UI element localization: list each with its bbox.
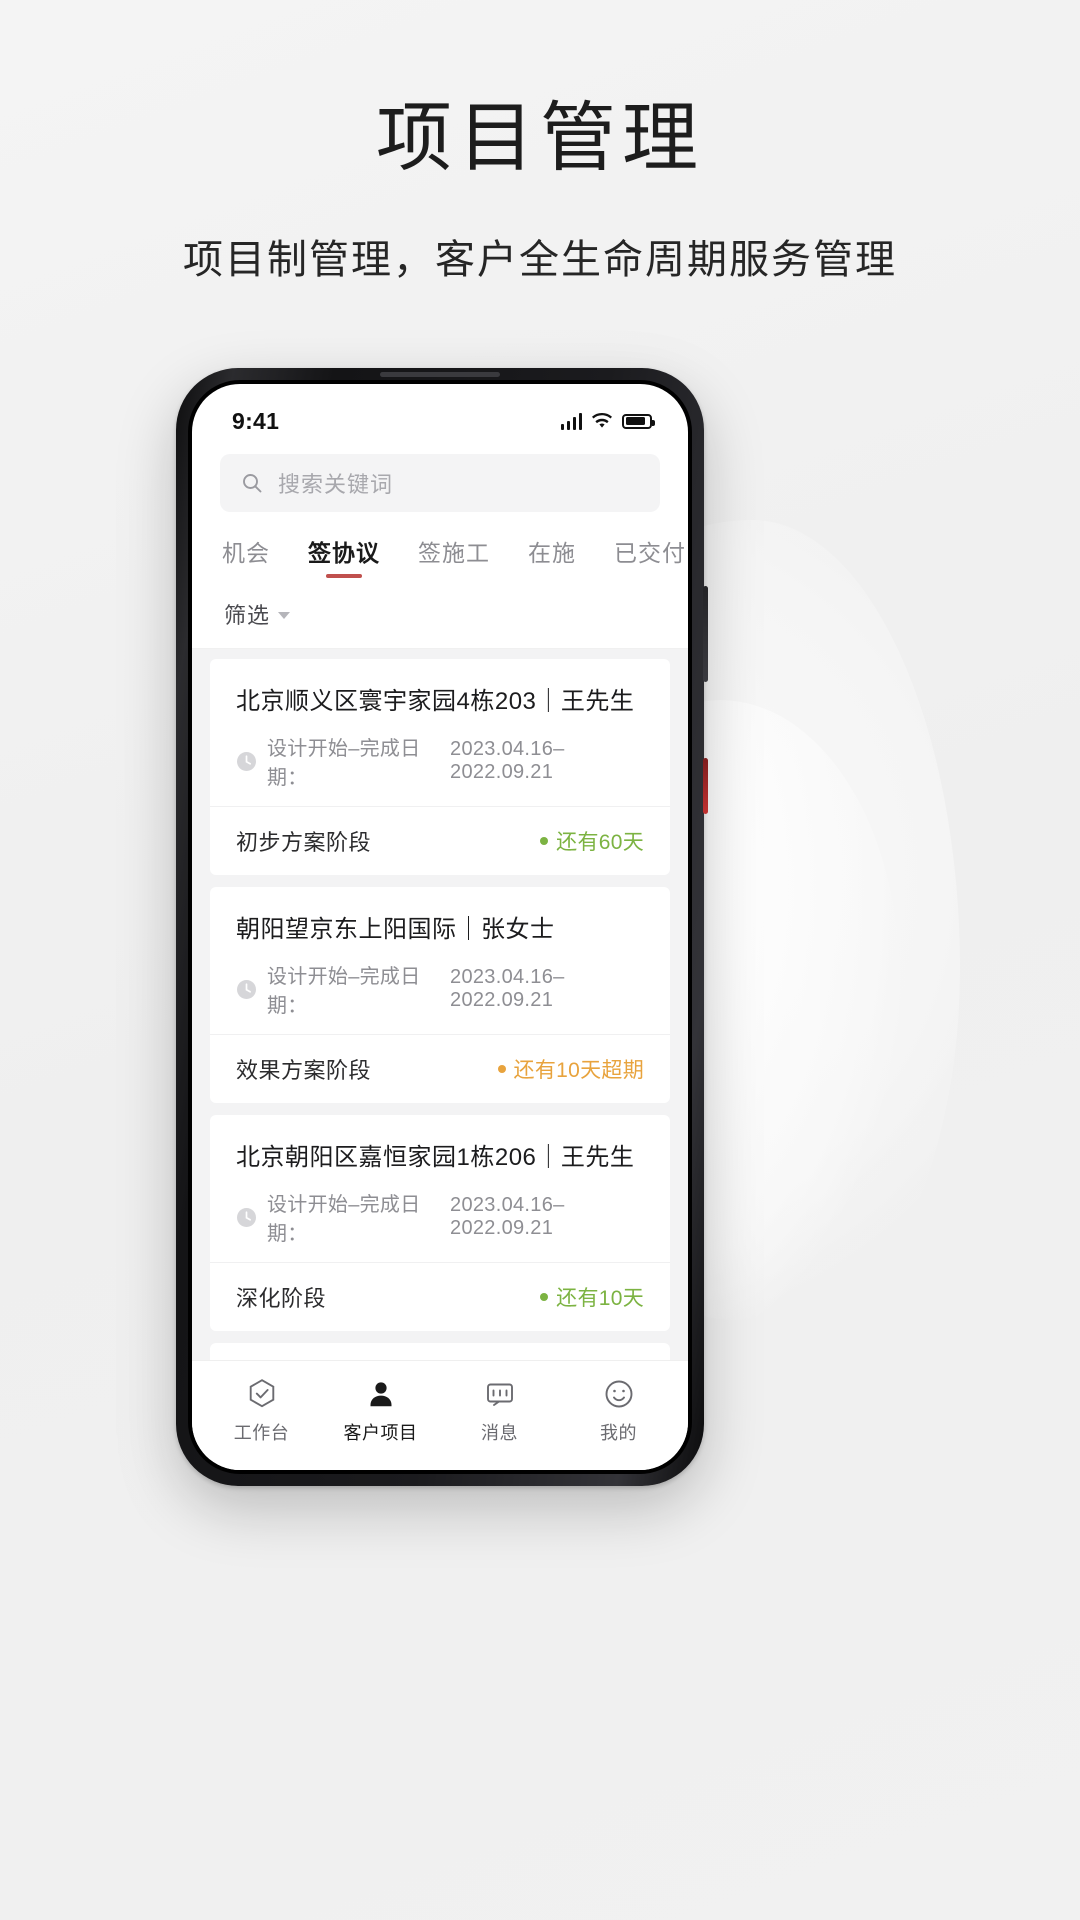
- poster-page: 项目管理 项目制管理，客户全生命周期服务管理 9:41 搜索关键词 机会 签协议…: [0, 0, 1080, 1920]
- status-badge: 还有10天: [540, 1282, 644, 1312]
- project-stage: 效果方案阶段: [236, 1058, 372, 1083]
- tab-signed-agreement[interactable]: 签协议: [308, 534, 380, 580]
- chevron-down-icon: [278, 612, 291, 619]
- project-date-value: 2023.04.16–2022.09.21: [450, 966, 565, 1011]
- nav-customer-projects[interactable]: 客户项目: [326, 1377, 436, 1445]
- project-stage: 深化阶段: [236, 1286, 327, 1311]
- project-date-row: 设计开始–完成日期： 2023.04.16–2022.09.21: [236, 1188, 644, 1246]
- signal-bars-icon: [560, 412, 582, 430]
- project-date-label: 设计开始–完成日期：: [267, 738, 421, 789]
- project-list[interactable]: 北京顺义区寰宇家园4栋203｜王先生 设计开始–完成日期： 2023.04.16…: [192, 649, 688, 1361]
- card-header: 北京顺义区寰宇家园4栋203｜王先生 设计开始–完成日期： 2023.04.16…: [210, 659, 670, 806]
- earpiece-speaker: [380, 372, 500, 377]
- hero-text-block: 项目管理 项目制管理，客户全生命周期服务管理: [0, 96, 1080, 285]
- tab-signed-construction[interactable]: 签施工: [418, 534, 490, 580]
- nav-label: 我的: [600, 1422, 637, 1443]
- nav-messages[interactable]: 消息: [445, 1377, 555, 1445]
- project-title: 朝阳望京东上阳国际｜张女士: [236, 916, 555, 943]
- card-footer: 效果方案阶段 还有10天超期: [210, 1034, 670, 1103]
- nav-label: 工作台: [233, 1422, 290, 1443]
- phone-bezel: 9:41 搜索关键词 机会 签协议 签施工 在施 已交付 筛选 北京顺义区寰宇家…: [188, 372, 692, 1474]
- phone-mockup: 9:41 搜索关键词 机会 签协议 签施工 在施 已交付 筛选 北京顺义区寰宇家…: [176, 368, 708, 1486]
- status-tab-strip[interactable]: 机会 签协议 签施工 在施 已交付 已结算: [192, 528, 688, 580]
- status-text: 还有10天超期: [513, 1059, 644, 1082]
- project-stage: 初步方案阶段: [236, 830, 372, 855]
- smiley-icon: [602, 1377, 636, 1411]
- tab-in-construction[interactable]: 在施: [528, 534, 576, 580]
- hexagon-check-icon: [245, 1377, 279, 1411]
- status-dot: [540, 1293, 549, 1301]
- list-item[interactable]: 北京朝阳区嘉恒家园1栋206｜王先生 设计开始–完成日期： 2023.04.16…: [210, 1115, 670, 1331]
- clock-icon: [236, 751, 257, 772]
- card-footer: 初步方案阶段 还有60天: [210, 806, 670, 875]
- status-dot: [540, 837, 549, 845]
- card-footer: 深化阶段 还有10天: [210, 1262, 670, 1331]
- nav-workbench[interactable]: 工作台: [207, 1377, 317, 1445]
- tab-delivered[interactable]: 已交付: [614, 534, 686, 580]
- search-placeholder: 搜索关键词: [278, 472, 394, 497]
- phone-screen: 9:41 搜索关键词 机会 签协议 签施工 在施 已交付 筛选 北京顺义区寰宇家…: [192, 384, 688, 1470]
- search-icon: [240, 471, 264, 495]
- clock-icon: [236, 979, 257, 1000]
- status-text: 还有10天: [556, 1287, 644, 1310]
- project-date-label: 设计开始–完成日期：: [267, 1194, 421, 1245]
- project-date-value: 2023.04.16–2022.09.21: [450, 738, 565, 783]
- card-header: 北京朝阳区嘉恒家园1栋206｜王先生 设计开始–完成日期： 2023.04.16…: [210, 1115, 670, 1262]
- status-badge: 还有60天: [540, 826, 644, 856]
- nav-mine[interactable]: 我的: [564, 1377, 674, 1445]
- tab-opportunity[interactable]: 机会: [222, 534, 270, 580]
- nav-label: 消息: [481, 1422, 518, 1443]
- card-header: 朝阳望京东上阳国际｜张女士 设计开始–完成日期： 2023.04.16–2022…: [210, 887, 670, 1034]
- status-dot: [497, 1065, 506, 1073]
- project-date-label: 设计开始–完成日期：: [267, 966, 421, 1017]
- clock-icon: [236, 1207, 257, 1228]
- project-title: 北京顺义区寰宇家园4栋203｜王先生: [236, 688, 635, 715]
- project-title: 北京朝阳区嘉恒家园1栋206｜王先生: [236, 1144, 635, 1171]
- status-time: 9:41: [232, 407, 280, 434]
- status-text: 还有60天: [556, 831, 644, 854]
- search-section: 搜索关键词: [192, 446, 688, 528]
- chat-icon: [483, 1377, 517, 1411]
- page-title: 项目管理: [376, 97, 704, 181]
- nav-label: 客户项目: [343, 1422, 418, 1443]
- person-icon: [364, 1377, 398, 1411]
- list-item[interactable]: 朝阳望京东上阳国际｜张女士 设计开始–完成日期： 2023.04.16–2022…: [210, 887, 670, 1103]
- filter-label: 筛选: [224, 603, 271, 628]
- list-item[interactable]: 北京顺义区后沙峪3栋102｜王先生 设计开始–完成日期： 2023.04.16–…: [210, 1343, 670, 1361]
- battery-icon: [622, 413, 655, 429]
- status-badge: 还有10天超期: [497, 1054, 644, 1084]
- project-date-value: 2023.04.16–2022.09.21: [450, 1194, 565, 1239]
- project-date-row: 设计开始–完成日期： 2023.04.16–2022.09.21: [236, 960, 644, 1018]
- bottom-navigation[interactable]: 工作台 客户项目 消息 我的: [192, 1360, 688, 1470]
- page-subtitle: 项目制管理，客户全生命周期服务管理: [183, 237, 897, 283]
- status-bar: 9:41: [192, 384, 688, 446]
- search-input[interactable]: 搜索关键词: [220, 454, 660, 512]
- list-item[interactable]: 北京顺义区寰宇家园4栋203｜王先生 设计开始–完成日期： 2023.04.16…: [210, 659, 670, 875]
- status-icon-group: [560, 412, 655, 430]
- card-header: 北京顺义区后沙峪3栋102｜王先生 设计开始–完成日期： 2023.04.16–…: [210, 1343, 670, 1361]
- project-date-row: 设计开始–完成日期： 2023.04.16–2022.09.21: [236, 732, 644, 790]
- power-button[interactable]: [703, 758, 708, 814]
- wifi-icon: [591, 412, 613, 430]
- volume-button[interactable]: [703, 586, 708, 682]
- filter-button[interactable]: 筛选: [192, 580, 688, 649]
